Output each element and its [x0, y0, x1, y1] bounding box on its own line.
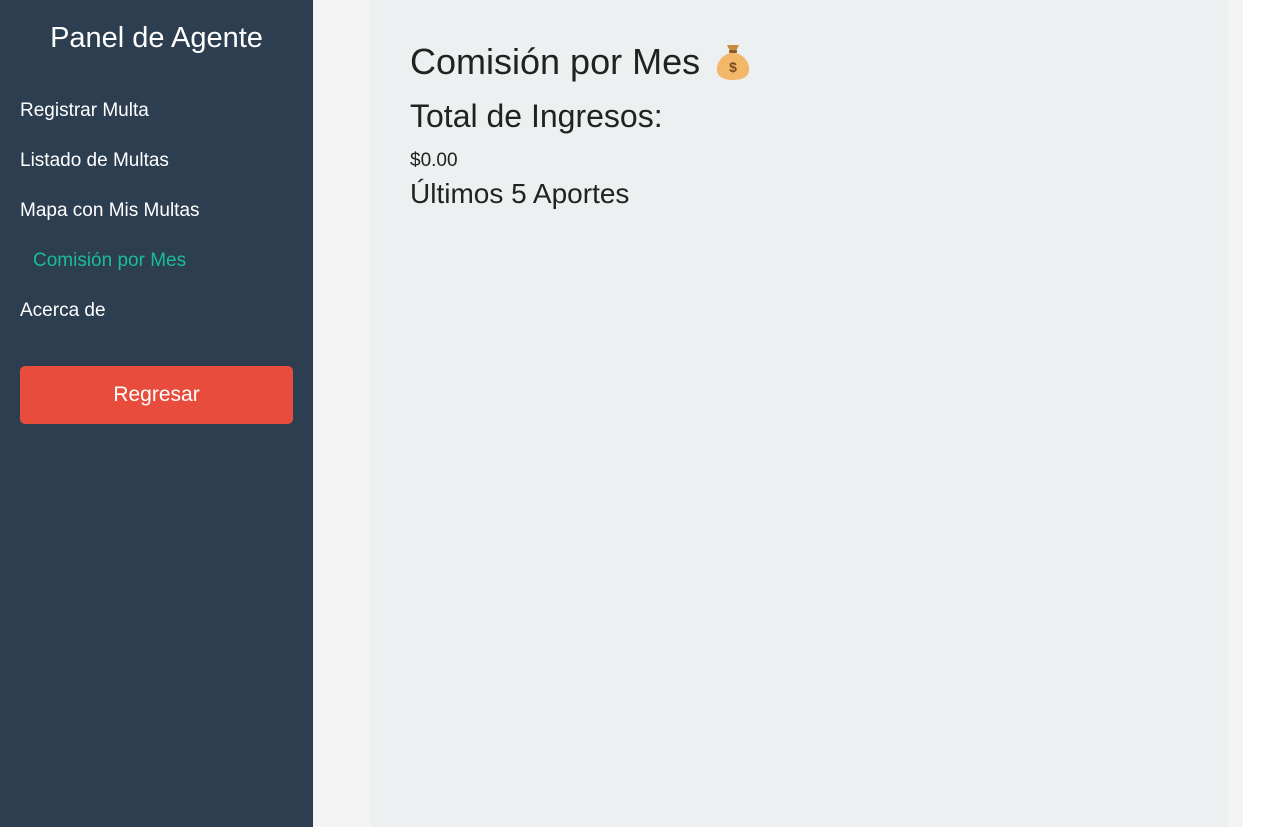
sidebar-nav: Registrar Multa Listado de Multas Mapa c… [0, 90, 313, 340]
sidebar: Panel de Agente Registrar Multa Listado … [0, 0, 313, 827]
sidebar-item-comision-por-mes[interactable]: Comisión por Mes [0, 240, 313, 290]
page-title-text: Comisión por Mes [410, 41, 701, 82]
app-window: Panel de Agente Registrar Multa Listado … [0, 0, 1285, 827]
svg-text:$: $ [729, 59, 737, 75]
sidebar-item-mapa-con-mis-multas[interactable]: Mapa con Mis Multas [0, 190, 313, 240]
total-income-label: Total de Ingresos: [410, 98, 663, 134]
sidebar-item-registrar-multa[interactable]: Registrar Multa [0, 90, 313, 140]
back-button[interactable]: Regresar [20, 366, 293, 424]
sidebar-title: Panel de Agente [50, 22, 263, 54]
page-title: Comisión por Mes $ [410, 40, 752, 84]
main-content: Comisión por Mes $ Total de Ingresos: $0… [370, 0, 1228, 827]
sidebar-item-listado-de-multas[interactable]: Listado de Multas [0, 140, 313, 190]
money-bag-icon: $ [714, 41, 752, 81]
sidebar-item-acerca-de[interactable]: Acerca de [0, 290, 313, 340]
recent-contributions-heading: Últimos 5 Aportes [410, 178, 630, 209]
total-income-value: $0.00 [410, 150, 458, 171]
